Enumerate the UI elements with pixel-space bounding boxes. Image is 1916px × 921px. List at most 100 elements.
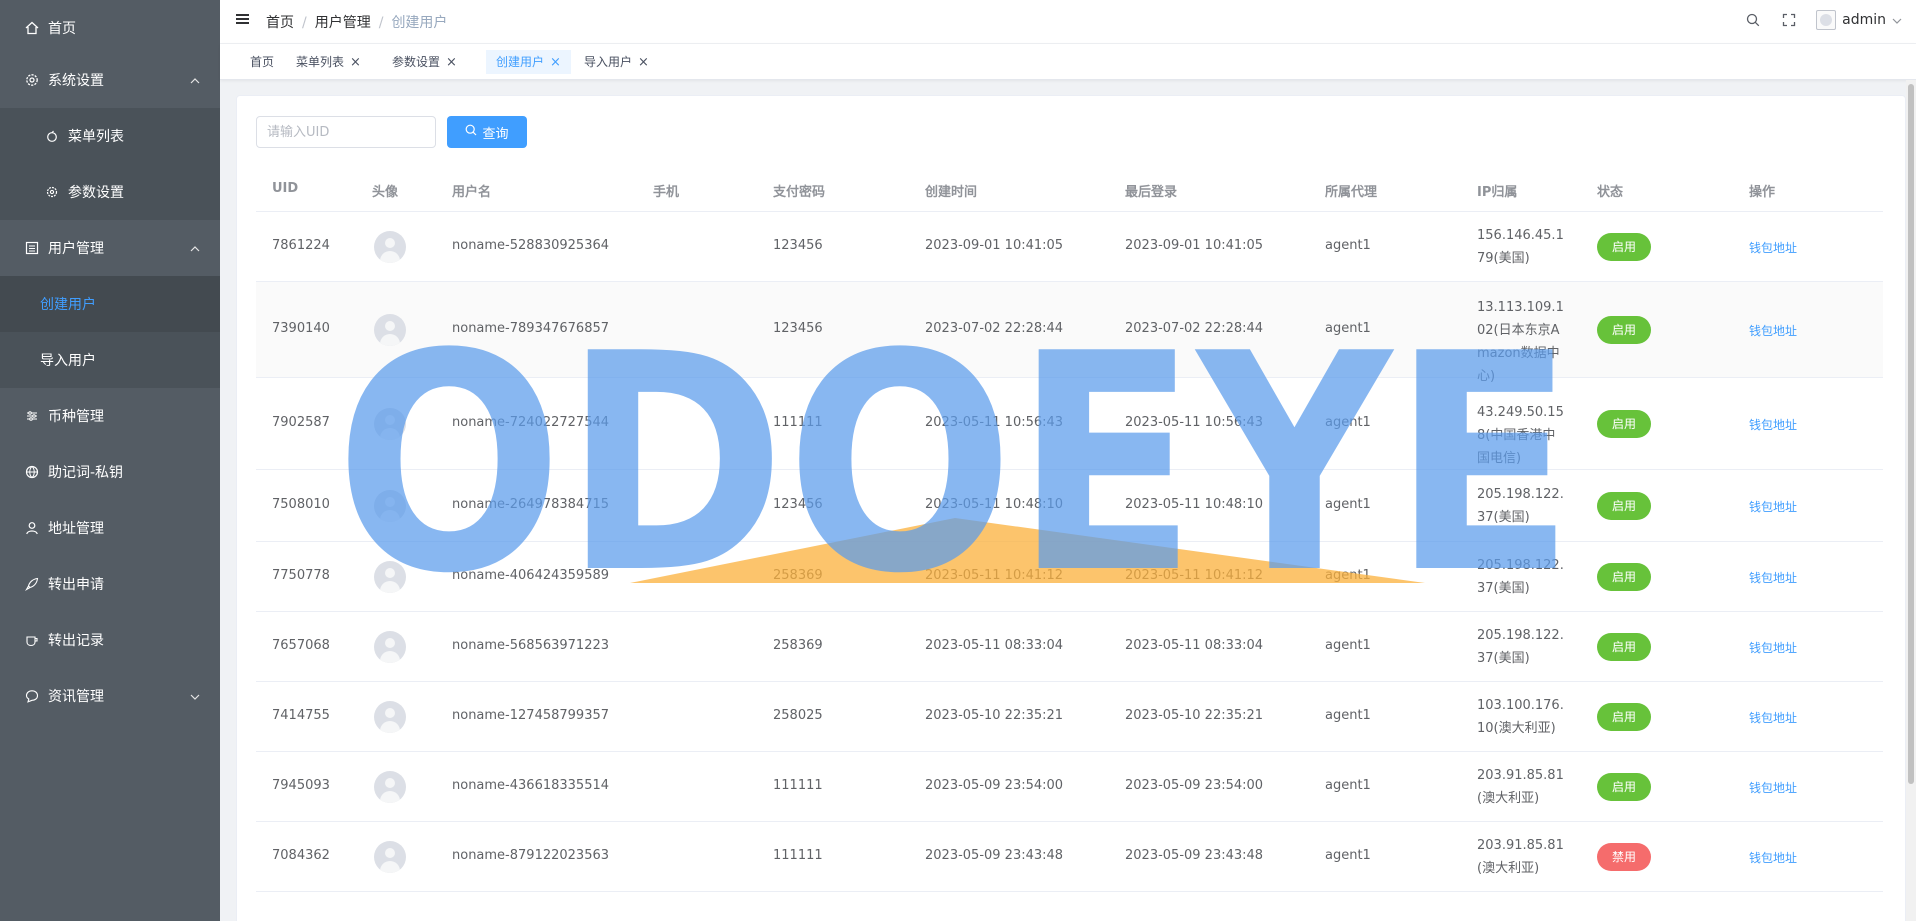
table-row[interactable]: 7750778 noname-406424359589 258369 2023-05-… (256, 542, 1883, 612)
wallet-address-link[interactable]: 钱包地址 (1749, 569, 1797, 586)
sidebar-item-home[interactable]: 首页 (0, 0, 220, 56)
cell-uid: 7414755 (272, 708, 330, 723)
avatar (1816, 10, 1837, 30)
sidebar-item-currency[interactable]: 币种管理 (0, 388, 220, 444)
wallet-address-link[interactable]: 钱包地址 (1749, 639, 1797, 656)
home-icon (24, 20, 40, 36)
search-icon (465, 124, 477, 140)
query-button[interactable]: 查询 (447, 116, 527, 148)
sidebar-item-params[interactable]: 参数设置 (0, 164, 220, 220)
cell-uid: 7861224 (272, 238, 330, 253)
cell-username: noname-406424359589 (452, 568, 610, 583)
search-icon[interactable] (1744, 11, 1762, 29)
tag-home[interactable]: 首页 (240, 50, 284, 74)
sidebar-item-import-user[interactable]: 导入用户 (0, 332, 220, 388)
sidebar-item-system-settings[interactable]: 系统设置 (0, 52, 220, 108)
status-badge[interactable]: 启用 (1597, 316, 1652, 344)
cell-username: noname-724022727544 (452, 415, 610, 430)
sidebar-item-address[interactable]: 地址管理 (0, 500, 220, 556)
table-row[interactable]: 7390140 noname-789347676857 123456 2023-07-… (256, 282, 1883, 384)
sidebar-item-menu-list[interactable]: 菜单列表 (0, 108, 220, 164)
cell-ip: 205.198.122.37(美国) (1477, 628, 1564, 666)
close-icon[interactable]: × (446, 55, 457, 70)
username-label: admin (1842, 12, 1886, 28)
breadcrumb-item-user-management[interactable]: 用户管理 (315, 15, 371, 31)
status-badge[interactable]: 启用 (1597, 492, 1652, 520)
column-header: 所属代理 (1325, 185, 1378, 200)
cell-last-login: 2023-05-09 23:43:48 (1125, 848, 1264, 863)
table-row[interactable]: 7861224 noname-528830925364 123456 2023-09-… (256, 212, 1883, 282)
status-badge[interactable]: 禁用 (1597, 843, 1652, 871)
status-badge[interactable]: 启用 (1597, 410, 1652, 438)
wallet-address-link[interactable]: 钱包地址 (1749, 709, 1797, 726)
hamburger-icon[interactable] (236, 12, 252, 28)
sidebar-item-withdraw-records[interactable]: 转出记录 (0, 612, 220, 668)
cell-agent: agent1 (1325, 638, 1371, 653)
sidebar-item-create-user[interactable]: 创建用户 (0, 276, 220, 332)
column-header[interactable]: UID (272, 181, 298, 196)
tag-menu-list[interactable]: 菜单列表 × (286, 50, 371, 74)
user-dropdown[interactable]: admin (1816, 10, 1902, 30)
table-row[interactable]: 7084362 noname-879122023563 111111 2023-05-… (256, 822, 1883, 892)
cell-username: noname-879122023563 (452, 848, 610, 863)
cell-agent: agent1 (1325, 568, 1371, 583)
scrollbar-thumb[interactable] (1908, 84, 1914, 784)
sidebar-item-withdraw-request[interactable]: 转出申请 (0, 556, 220, 612)
sidebar-item-mnemonic[interactable]: 助记词-私钥 (0, 444, 220, 500)
cell-uid: 7750778 (272, 568, 330, 583)
wallet-address-link[interactable]: 钱包地址 (1749, 416, 1797, 433)
sidebar-item-label: 转出记录 (48, 633, 104, 649)
wallet-address-link[interactable]: 钱包地址 (1749, 239, 1797, 256)
status-badge[interactable]: 启用 (1597, 633, 1652, 661)
tag-params[interactable]: 参数设置 × (382, 50, 467, 74)
rocket-icon (24, 576, 40, 592)
wallet-address-link[interactable]: 钱包地址 (1749, 779, 1797, 796)
cell-pay-pwd: 123456 (773, 321, 823, 336)
table-header: UID 头像 用户名 手机 支付密码 创建时间 最后登录 所属代理 IP归属 状… (256, 166, 1883, 212)
cell-agent: agent1 (1325, 848, 1371, 863)
wallet-address-link[interactable]: 钱包地址 (1749, 498, 1797, 515)
table-row[interactable]: 7945093 noname-436618335514 111111 2023-05-… (256, 752, 1883, 822)
table-row[interactable]: 7657068 noname-568563971223 258369 2023-05-… (256, 612, 1883, 682)
sidebar-item-label: 用户管理 (48, 241, 104, 257)
gear-icon (24, 72, 40, 88)
avatar (374, 631, 406, 663)
close-icon[interactable]: × (638, 55, 649, 70)
column-header: 操作 (1749, 185, 1776, 200)
wallet-address-link[interactable]: 钱包地址 (1749, 322, 1797, 339)
cell-last-login: 2023-05-11 10:48:10 (1125, 497, 1264, 512)
sliders-icon (24, 408, 40, 424)
cell-ip: 203.91.85.81(澳大利亚) (1477, 838, 1564, 876)
breadcrumb-item-home[interactable]: 首页 (266, 15, 294, 31)
status-badge[interactable]: 启用 (1597, 233, 1652, 261)
status-badge[interactable]: 启用 (1597, 563, 1652, 591)
table-row[interactable]: 7414755 noname-127458799357 258025 2023-05-… (256, 682, 1883, 752)
query-button-label: 查询 (482, 126, 509, 142)
column-header: 状态 (1597, 185, 1624, 200)
cell-last-login: 2023-05-10 22:35:21 (1125, 708, 1264, 723)
breadcrumb-item-current: 创建用户 (391, 15, 448, 31)
sidebar-item-news[interactable]: 资讯管理 (0, 668, 220, 724)
avatar (374, 701, 406, 733)
cell-uid: 7508010 (272, 497, 330, 512)
uid-search-input[interactable] (256, 116, 436, 148)
vertical-scrollbar[interactable] (1906, 80, 1916, 921)
cell-created: 2023-07-02 22:28:44 (925, 321, 1064, 336)
cell-pay-pwd: 123456 (773, 238, 823, 253)
sidebar-item-label: 菜单列表 (68, 129, 124, 145)
cell-pay-pwd: 111111 (773, 778, 823, 793)
close-icon[interactable]: × (550, 55, 561, 70)
fullscreen-icon[interactable] (1780, 11, 1798, 29)
sidebar-item-user-management[interactable]: 用户管理 (0, 220, 220, 276)
tag-import-user[interactable]: 导入用户 × (574, 50, 659, 74)
wallet-address-link[interactable]: 钱包地址 (1749, 849, 1797, 866)
table-row[interactable]: 7902587 noname-724022727544 111111 2023-05-… (256, 378, 1883, 470)
table-row[interactable]: 7508010 noname-264978384715 123456 2023-05-… (256, 470, 1883, 542)
close-icon[interactable]: × (350, 55, 361, 70)
user-icon (24, 520, 40, 536)
tag-create-user[interactable]: 创建用户 × (486, 50, 571, 74)
cell-last-login: 2023-05-11 10:56:43 (1125, 415, 1264, 430)
status-badge[interactable]: 启用 (1597, 703, 1652, 731)
status-badge[interactable]: 启用 (1597, 773, 1652, 801)
cell-last-login: 2023-07-02 22:28:44 (1125, 321, 1264, 336)
